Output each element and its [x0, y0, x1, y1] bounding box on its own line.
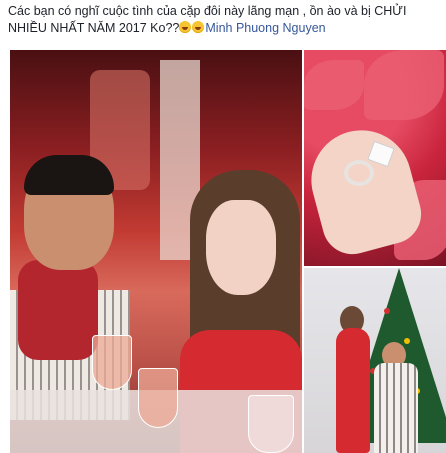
- ring-photo[interactable]: [304, 50, 446, 266]
- post-caption: Các bạn có nghĩ cuộc tình của cặp đôi nà…: [8, 3, 440, 37]
- wine-glass-icon: [138, 368, 178, 428]
- grinning-sweat-emoji-icon: [192, 21, 205, 33]
- grinning-sweat-emoji-icon: [179, 21, 192, 33]
- wine-glass-icon: [248, 395, 294, 453]
- ring-icon: [344, 160, 374, 186]
- photo-grid: [10, 50, 446, 453]
- main-photo[interactable]: [10, 50, 302, 453]
- author-link[interactable]: Minh Phuong Nguyen: [205, 21, 325, 35]
- christmas-photo[interactable]: [304, 268, 446, 453]
- wine-glass-icon: [92, 335, 132, 390]
